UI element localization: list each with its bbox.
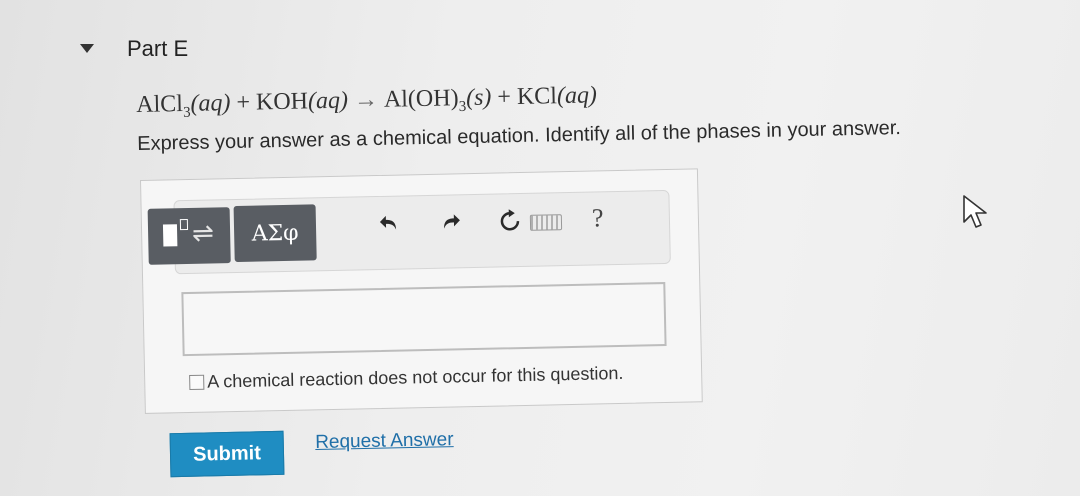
answer-input[interactable]: [181, 282, 667, 357]
answer-panel: ⇌ ΑΣφ ? A chemical reaction does not occ…: [140, 168, 703, 414]
template-superscript-icon: [179, 219, 189, 231]
page: Part E AlCl3(aq) + KOH(aq) → Al(OH)3(s) + …: [0, 0, 1080, 496]
plus-sign: +: [230, 89, 257, 117]
no-reaction-checkbox[interactable]: [189, 374, 205, 391]
no-reaction-label: A chemical reaction does not occur for t…: [207, 362, 624, 392]
instruction-text: Express your answer as a chemical equati…: [137, 117, 902, 155]
keyboard-icon[interactable]: [529, 214, 563, 231]
product-1: Al(OH): [383, 85, 459, 113]
templates-button[interactable]: ⇌: [147, 207, 231, 265]
template-square-icon: [162, 224, 178, 247]
mouse-cursor-icon: [963, 195, 987, 228]
reactant-1-phase: (aq): [190, 90, 231, 117]
reaction-arrow: →: [353, 86, 379, 114]
no-reaction-option[interactable]: A chemical reaction does not occur for t…: [189, 363, 624, 393]
collapse-caret-icon[interactable]: [80, 44, 94, 53]
plus-sign: +: [491, 84, 518, 111]
submit-button[interactable]: Submit: [169, 430, 285, 478]
redo-icon[interactable]: [440, 210, 463, 238]
equilibrium-arrows-icon: ⇌: [191, 217, 215, 248]
reactant-2: KOH: [255, 88, 309, 116]
reset-icon[interactable]: [498, 209, 523, 239]
reactant-2-phase: (aq): [307, 87, 349, 115]
request-answer-link[interactable]: Request Answer: [315, 429, 454, 454]
help-button[interactable]: ?: [592, 203, 604, 233]
reactant-1: AlCl: [136, 91, 184, 118]
product-2: KCl: [516, 83, 558, 111]
greek-symbols-button[interactable]: ΑΣφ: [233, 204, 317, 263]
undo-icon[interactable]: [378, 212, 401, 240]
chemical-equation: AlCl3(aq) + KOH(aq) → Al(OH)3(s) + KCl(aq): [136, 82, 597, 122]
product-1-phase: (s): [465, 84, 492, 112]
product-2-phase: (aq): [556, 82, 598, 110]
part-title: Part E: [127, 36, 189, 61]
